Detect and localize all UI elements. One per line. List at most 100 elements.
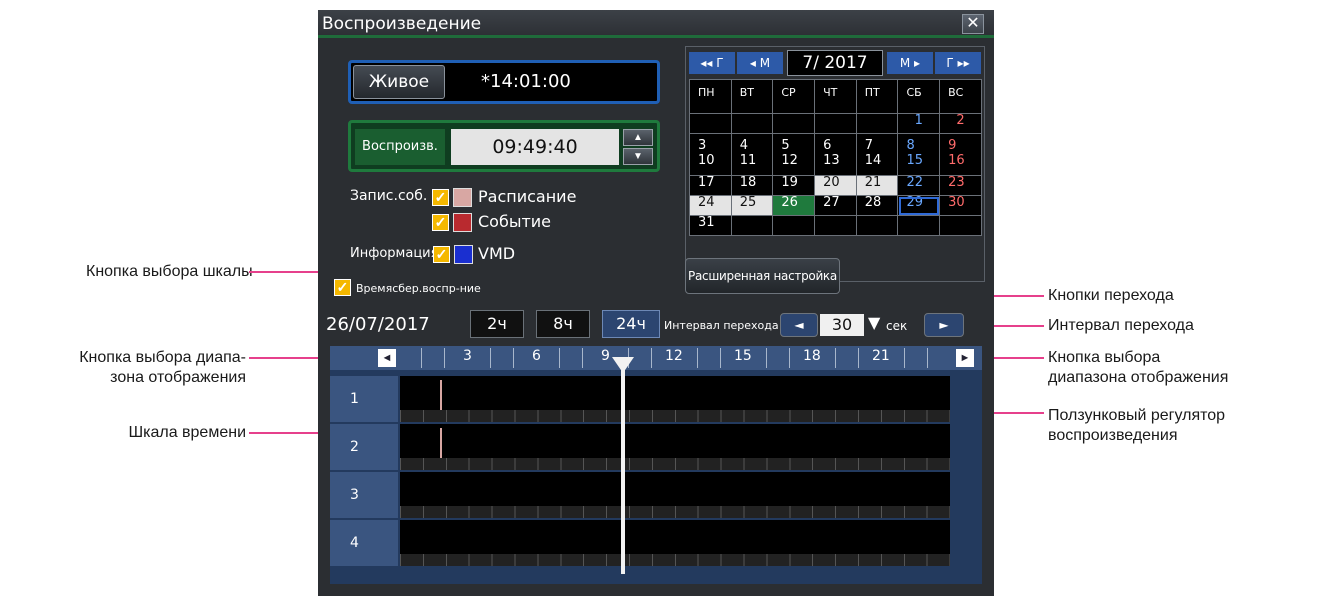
calendar-month: 7/ 2017 xyxy=(787,50,883,76)
event-label: Событие xyxy=(478,212,552,231)
record-events-label: Запис.соб. xyxy=(350,188,428,204)
calendar-day[interactable]: 5 12 xyxy=(772,133,816,176)
calendar-day[interactable]: 21 xyxy=(855,175,899,196)
calendar-day xyxy=(814,215,857,236)
scale-tick xyxy=(421,348,422,368)
calendar-grid: ПН ВТ СР ЧТ ПТ СБ ВС 1 2 3 10 4 11 5 12 xyxy=(689,79,982,236)
schedule-color-swatch xyxy=(453,188,472,207)
calendar-day[interactable]: 8 15 xyxy=(897,133,941,176)
camera-label: 3 xyxy=(330,472,398,518)
scale-tick xyxy=(651,348,652,368)
information-label: Информация xyxy=(350,246,439,261)
calendar: ◂◂ Г ◂ М 7/ 2017 М ▸ Г ▸▸ ПН ВТ СР ЧТ ПТ… xyxy=(685,46,985,282)
weekday-mon: ПН xyxy=(689,79,732,114)
scale-tick xyxy=(904,348,905,368)
vmd-color-swatch xyxy=(454,245,473,264)
jump-interval-label: Интервал перехода xyxy=(664,319,779,332)
calendar-day[interactable]: 19 xyxy=(772,175,816,196)
scale-tick xyxy=(789,348,790,368)
schedule-checkbox[interactable]: ✓ xyxy=(432,189,449,206)
camera-track[interactable] xyxy=(400,472,950,518)
calendar-day[interactable]: 28 xyxy=(855,195,899,216)
calendar-day[interactable]: 22 xyxy=(897,175,941,196)
camera-label: 1 xyxy=(330,376,398,422)
calendar-day xyxy=(855,113,899,134)
hour-label: 6 xyxy=(532,348,541,364)
playback-slider-handle[interactable] xyxy=(612,357,634,373)
calendar-day[interactable]: 6 13 xyxy=(814,133,857,176)
annotation-slider-1: Ползунковый регулятор xyxy=(1048,407,1226,424)
calendar-day[interactable]: 24 xyxy=(689,195,732,216)
calendar-day[interactable]: 4 11 xyxy=(730,133,774,176)
time-down-button[interactable]: ▼ xyxy=(623,148,653,165)
calendar-day[interactable]: 2 xyxy=(939,113,982,134)
calendar-day[interactable]: 31 xyxy=(689,215,732,236)
calendar-day xyxy=(897,215,941,236)
calendar-day xyxy=(689,113,732,134)
calendar-day-selected[interactable]: 26 xyxy=(772,195,816,216)
annotation-range-left-1: Кнопка выбора диапа- xyxy=(79,349,246,366)
calendar-day[interactable]: 17 xyxy=(689,175,732,196)
next-year-button[interactable]: Г ▸▸ xyxy=(935,52,981,74)
close-button[interactable]: ✕ xyxy=(962,14,984,34)
vmd-label: VMD xyxy=(478,244,516,263)
calendar-day[interactable]: 27 xyxy=(814,195,857,216)
jump-interval-field[interactable]: 30 xyxy=(820,314,864,336)
prev-year-button[interactable]: ◂◂ Г xyxy=(689,52,735,74)
jump-prev-button[interactable]: ◄ xyxy=(780,313,818,337)
calendar-day[interactable]: 3 10 xyxy=(689,133,732,176)
calendar-day-today[interactable]: 29 xyxy=(897,195,941,216)
camera-track[interactable] xyxy=(400,520,950,566)
calendar-day[interactable]: 7 14 xyxy=(855,133,899,176)
time-sync-checkbox[interactable]: ✓ xyxy=(334,279,351,296)
track-strip xyxy=(400,410,950,422)
scale-tick xyxy=(513,348,514,368)
scale-2h-button[interactable]: 2ч xyxy=(470,310,524,338)
jump-interval-dropdown[interactable]: ▼ xyxy=(868,313,880,332)
calendar-day xyxy=(772,215,816,236)
jump-next-button[interactable]: ► xyxy=(924,313,964,337)
scale-tick xyxy=(582,348,583,368)
advanced-settings-button[interactable]: Расширенная настройка xyxy=(685,258,840,294)
playback-time-field[interactable]: 09:49:40 xyxy=(451,129,619,165)
hour-label: 21 xyxy=(872,348,890,364)
calendar-day[interactable]: 23 xyxy=(939,175,982,196)
live-time: *14:01:00 xyxy=(481,71,571,92)
scale-tick xyxy=(697,348,698,368)
calendar-day[interactable]: 18 xyxy=(730,175,774,196)
scale-tick xyxy=(858,348,859,368)
live-button[interactable]: Живое xyxy=(353,65,445,99)
calendar-day[interactable]: 25 xyxy=(730,195,774,216)
scale-8h-button[interactable]: 8ч xyxy=(536,310,590,338)
weekday-wed: СР xyxy=(772,79,816,114)
window-title: Воспроизведение xyxy=(322,14,482,34)
calendar-day[interactable]: 20 xyxy=(814,175,857,196)
calendar-day[interactable]: 1 xyxy=(897,113,941,134)
prev-month-button[interactable]: ◂ М xyxy=(737,52,783,74)
event-checkbox[interactable]: ✓ xyxy=(432,214,449,231)
event-color-swatch xyxy=(453,213,472,232)
calendar-day xyxy=(939,215,982,236)
hour-label: 15 xyxy=(734,348,752,364)
playback-button[interactable]: Воспроизв. xyxy=(355,129,445,165)
hour-label: 18 xyxy=(803,348,821,364)
range-left-button[interactable]: ◄ xyxy=(378,349,396,367)
playback-window: Воспроизведение ✕ Живое *14:01:00 Воспро… xyxy=(318,10,994,596)
vmd-checkbox[interactable]: ✓ xyxy=(433,246,450,263)
time-up-button[interactable]: ▲ xyxy=(623,129,653,146)
track-strip xyxy=(400,506,950,518)
time-scale: ◄ 3 6 9 12 15 18 21 ► xyxy=(330,346,982,370)
playback-panel: Воспроизв. 09:49:40 ▲ ▼ xyxy=(348,120,660,172)
calendar-day[interactable]: 9 16 xyxy=(939,133,982,176)
calendar-day[interactable]: 30 xyxy=(939,195,982,216)
playback-slider[interactable] xyxy=(621,364,625,574)
scale-24h-button[interactable]: 24ч xyxy=(602,310,660,338)
next-month-button[interactable]: М ▸ xyxy=(887,52,933,74)
range-right-button[interactable]: ► xyxy=(956,349,974,367)
hour-label: 9 xyxy=(601,348,610,364)
camera-track[interactable] xyxy=(400,376,950,422)
weekday-sun: ВС xyxy=(939,79,982,114)
camera-track[interactable] xyxy=(400,424,950,470)
annotation-range-right-1: Кнопка выбора xyxy=(1048,349,1161,366)
scale-tick xyxy=(766,348,767,368)
